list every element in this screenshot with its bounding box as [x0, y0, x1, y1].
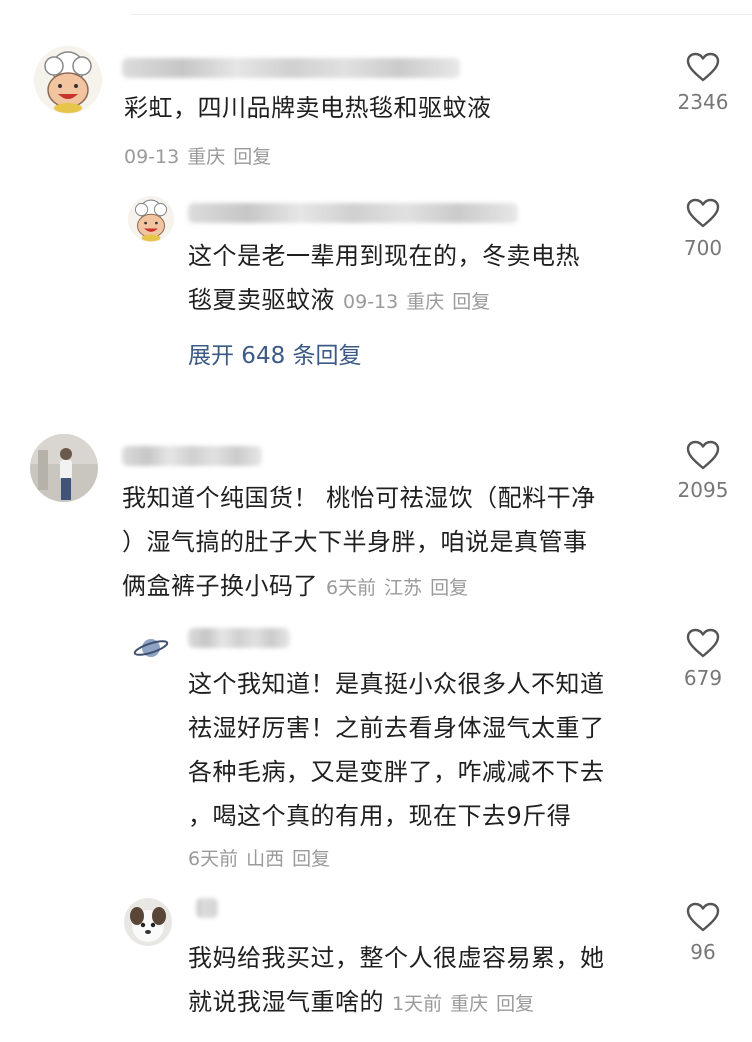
reply-button[interactable]: 回复	[496, 993, 534, 1015]
comment-location: 山西	[246, 848, 285, 870]
username[interactable]	[122, 446, 262, 466]
like-button[interactable]: 2346	[663, 52, 743, 114]
comment-location: 重庆	[406, 291, 445, 313]
comment-text: 就说我湿气重啥的 1天前 重庆 回复	[188, 988, 535, 1016]
reply-button[interactable]: 回复	[292, 848, 330, 870]
heart-outline-icon	[686, 628, 720, 658]
reply-button[interactable]: 回复	[452, 291, 490, 313]
comment-text: 祛湿好厉害！之前去看身体湿气太重了	[188, 714, 605, 742]
comment-date: 6天前	[326, 577, 377, 599]
like-count: 2346	[677, 90, 729, 114]
username[interactable]	[122, 58, 460, 78]
comment-text: 这个是老一辈用到现在的，冬卖电热	[188, 242, 580, 270]
comment-date: 09-13	[124, 146, 180, 168]
comment-text: ）湿气搞的肚子大下半身胖，咱说是真管事	[122, 528, 588, 556]
comment-text: 毯夏卖驱蚊液 09-13 重庆 回复	[188, 286, 491, 314]
comment-location: 江苏	[384, 577, 423, 599]
like-count: 2095	[677, 478, 729, 502]
expand-replies-button[interactable]: 展开 648 条回复	[188, 336, 362, 370]
comment-text: 这个我知道！是真挺小众很多人不知道	[188, 670, 605, 698]
comment-meta: 09-13 重庆 回复	[124, 142, 279, 169]
like-count: 700	[683, 236, 723, 260]
divider	[130, 14, 752, 15]
avatar[interactable]	[128, 196, 174, 242]
reply-button[interactable]: 回复	[233, 146, 271, 168]
heart-outline-icon	[686, 52, 720, 82]
reply-button[interactable]: 回复	[430, 577, 468, 599]
username[interactable]	[188, 203, 518, 223]
comment-location: 重庆	[450, 993, 489, 1015]
like-button[interactable]: 2095	[663, 440, 743, 502]
heart-outline-icon	[686, 902, 720, 932]
comment-date: 1天前	[392, 993, 443, 1015]
comment-location: 重庆	[187, 146, 226, 168]
comment-meta: 6天前 山西 回复	[188, 844, 338, 871]
comment-date: 6天前	[188, 848, 239, 870]
avatar[interactable]	[30, 434, 98, 502]
like-count: 679	[683, 666, 723, 690]
like-count: 96	[690, 940, 716, 964]
avatar[interactable]	[128, 624, 174, 670]
username[interactable]	[188, 628, 290, 648]
heart-outline-icon	[686, 440, 720, 470]
comment-text: ，喝这个真的有用，现在下去9斤得	[188, 802, 572, 830]
comment-text: 彩虹，四川品牌卖电热毯和驱蚊液	[124, 94, 492, 122]
comment-text: 我妈给我买过，整个人很虚容易累，她	[188, 944, 605, 972]
avatar[interactable]	[124, 898, 172, 946]
comment-text: 俩盒裤子换小码了 6天前 江苏 回复	[122, 572, 469, 600]
like-button[interactable]: 679	[663, 628, 743, 690]
like-button[interactable]: 700	[663, 198, 743, 260]
comment-date: 09-13	[343, 291, 399, 313]
heart-outline-icon	[686, 198, 720, 228]
comment-text: 各种毛病，又是变胖了，咋减减不下去	[188, 758, 605, 786]
comment-text: 我知道个纯国货！ 桃怡可祛湿饮（配料干净	[122, 484, 596, 512]
avatar[interactable]	[34, 46, 102, 114]
like-button[interactable]: 96	[663, 902, 743, 964]
username[interactable]	[196, 898, 218, 918]
